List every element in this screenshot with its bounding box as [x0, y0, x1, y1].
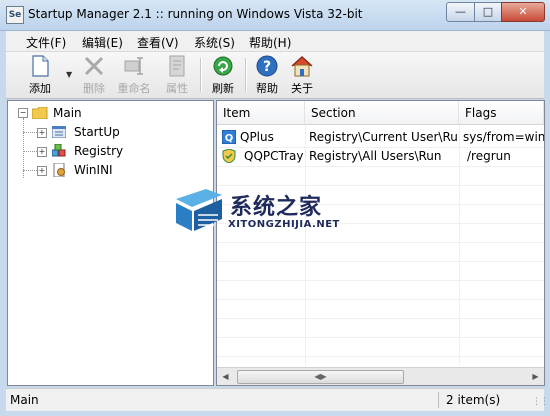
cell-item[interactable]: QPlus: [240, 128, 304, 146]
watermark-en-text: XITONGZHIJIA.NET: [228, 219, 340, 230]
ini-file-icon: [53, 163, 65, 177]
watermark-cn-text: 系统之家: [230, 195, 323, 220]
menu-help[interactable]: 帮助(H): [249, 34, 291, 51]
add-button[interactable]: 添加: [22, 54, 58, 96]
menu-system[interactable]: 系统(S): [194, 34, 235, 51]
grid-row-line: [217, 261, 544, 262]
maximize-button[interactable]: □: [474, 2, 502, 22]
help-label: 帮助: [256, 82, 278, 95]
rename-icon: [124, 57, 143, 75]
toolbar-separator: [245, 58, 247, 92]
scrollbar-thumb[interactable]: ◀▶: [237, 370, 404, 384]
title-bar[interactable]: Se Startup Manager 2.1 :: running on Win…: [0, 0, 550, 31]
column-header-flags[interactable]: Flags: [459, 101, 544, 125]
grid-row-line: [217, 318, 544, 319]
app-icon: Se: [6, 6, 24, 24]
grid-row-line: [217, 356, 544, 357]
menu-view[interactable]: 查看(V): [137, 34, 179, 51]
refresh-button[interactable]: 刷新: [205, 54, 241, 96]
cell-flags[interactable]: sys/from=win...: [463, 128, 544, 146]
tree-node-startup[interactable]: + StartUp: [8, 123, 208, 141]
grid-row-line: [217, 166, 544, 167]
tree-node-label: Main: [53, 106, 82, 120]
add-dropdown-arrow[interactable]: ▼: [66, 70, 72, 79]
about-button[interactable]: 关于: [284, 54, 320, 96]
minimize-button[interactable]: —: [446, 2, 475, 22]
svg-text:Q: Q: [225, 133, 234, 144]
status-left-text: Main: [10, 393, 39, 407]
delete-label: 删除: [83, 82, 105, 95]
close-button[interactable]: ✕: [501, 2, 545, 22]
expand-icon[interactable]: +: [37, 166, 47, 176]
tree-node-main[interactable]: − Main: [8, 104, 208, 122]
delete-button[interactable]: 删除: [76, 54, 112, 96]
tree-node-label: Registry: [74, 144, 124, 158]
cell-section[interactable]: Registry\All Users\Run: [309, 147, 459, 165]
folder-icon: [32, 107, 48, 119]
grid-row-line: [217, 337, 544, 338]
expand-icon[interactable]: +: [37, 147, 47, 157]
refresh-label: 刷新: [212, 82, 234, 95]
tree-node-label: StartUp: [74, 125, 120, 139]
qqpctray-shield-icon: [222, 149, 236, 163]
tree-node-label: WinINI: [74, 163, 113, 177]
delete-x-icon: [84, 56, 104, 76]
watermark-logo-icon: [176, 189, 222, 231]
svg-text:?: ?: [263, 59, 271, 75]
collapse-icon[interactable]: −: [18, 108, 28, 118]
help-button[interactable]: ? 帮助: [249, 54, 285, 96]
status-item-count: 2 item(s): [446, 393, 501, 407]
menu-file[interactable]: 文件(F): [26, 34, 66, 51]
add-label: 添加: [29, 82, 51, 95]
scroll-right-arrow-icon[interactable]: ▶: [527, 368, 544, 385]
cell-item[interactable]: QQPCTray: [244, 147, 306, 165]
expand-icon[interactable]: +: [37, 128, 47, 138]
properties-button[interactable]: 属性: [159, 54, 195, 96]
menu-edit[interactable]: 编辑(E): [82, 34, 123, 51]
watermark: 系统之家 XITONGZHIJIA.NET: [172, 185, 372, 245]
properties-label: 属性: [166, 82, 188, 95]
cell-flags[interactable]: /regrun: [467, 147, 544, 165]
toolbar-separator: [200, 58, 202, 92]
house-icon: [291, 55, 313, 77]
new-document-icon: [32, 55, 49, 77]
status-bar: Main 2 item(s) ⋮⋮: [6, 388, 549, 411]
grid-row-line: [217, 299, 544, 300]
help-icon: ?: [256, 55, 278, 77]
menu-bar: 文件(F) 编辑(E) 查看(V) 系统(S) 帮助(H): [6, 31, 544, 52]
refresh-icon: [213, 56, 233, 76]
horizontal-scrollbar[interactable]: ◀ ◀▶ ▶: [217, 367, 544, 385]
rename-button[interactable]: 重命名: [116, 54, 152, 96]
grid-column-line: [459, 125, 460, 365]
status-divider: [438, 392, 439, 408]
properties-icon: [169, 55, 185, 77]
rename-label: 重命名: [117, 82, 151, 95]
about-label: 关于: [291, 82, 313, 95]
tree-node-winini[interactable]: + WinINI: [8, 161, 208, 179]
grid-row-line: [217, 280, 544, 281]
resize-grip-icon[interactable]: ⋮⋮: [532, 397, 549, 407]
window-list-icon: [52, 126, 66, 138]
cell-section[interactable]: Registry\Current User\Run: [309, 128, 459, 146]
qplus-app-icon: Q: [222, 130, 236, 144]
tree-node-registry[interactable]: + Registry: [8, 142, 208, 160]
scroll-left-arrow-icon[interactable]: ◀: [217, 368, 234, 385]
column-header-section[interactable]: Section: [305, 101, 459, 125]
toolbar: 添加 ▼ 删除 重命名 属性 刷新 ? 帮助 关于: [6, 52, 544, 99]
window-title: Startup Manager 2.1 :: running on Window…: [28, 7, 363, 21]
column-header-item[interactable]: Item: [217, 101, 305, 125]
registry-cubes-icon: [52, 144, 66, 157]
